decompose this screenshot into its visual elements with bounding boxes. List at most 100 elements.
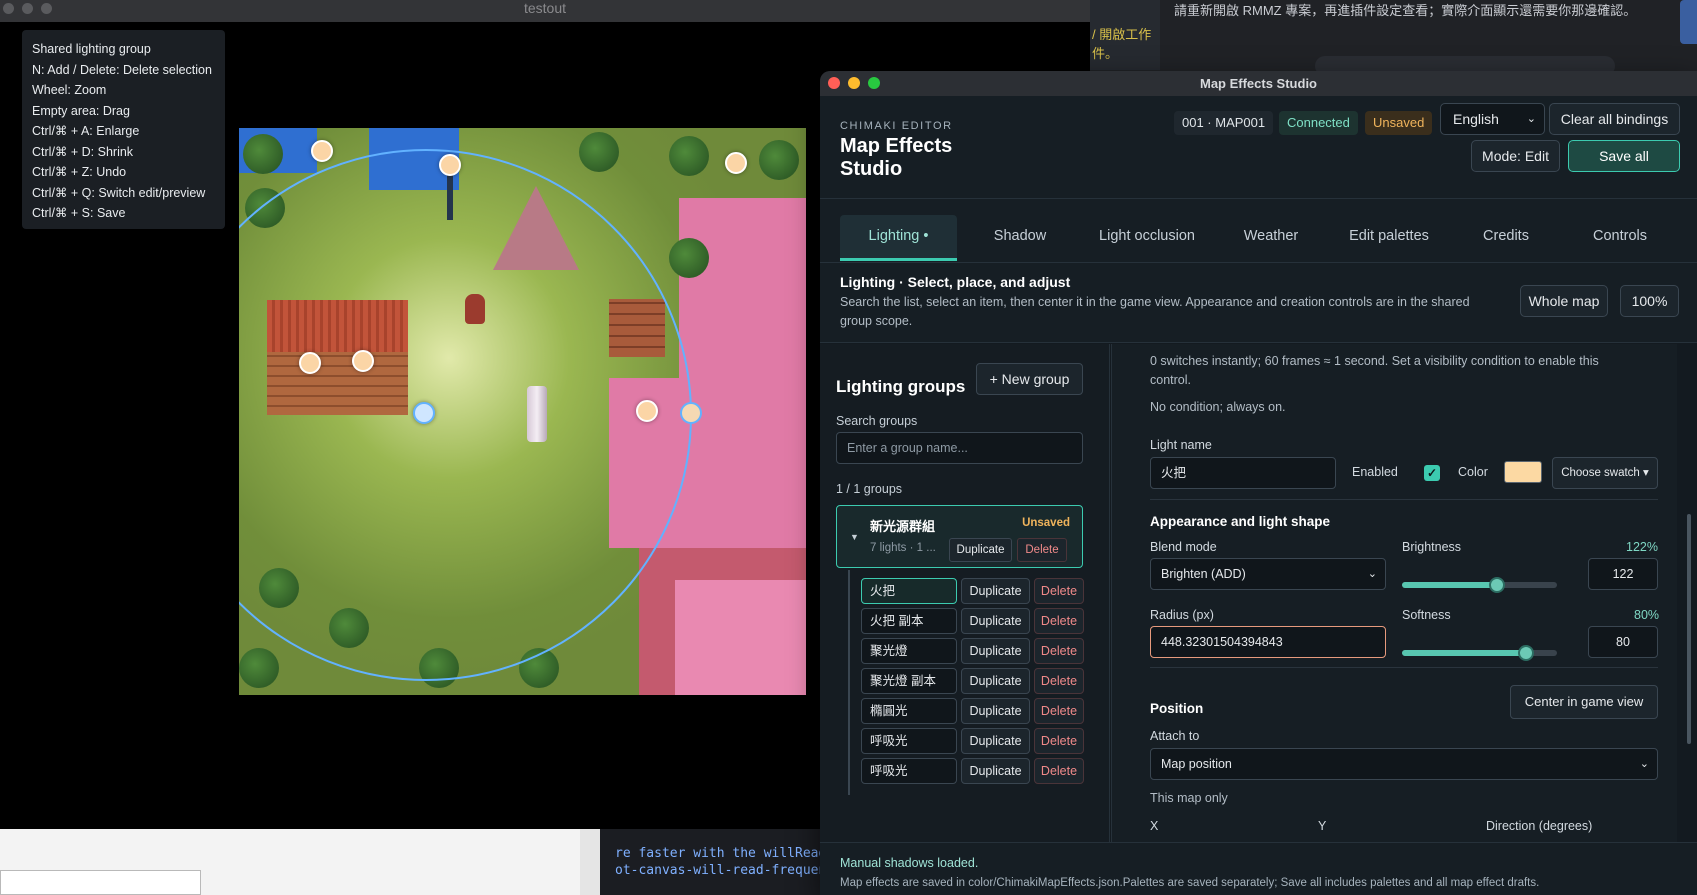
close-window-icon[interactable] bbox=[828, 77, 840, 89]
zoom-level-button[interactable]: 100% bbox=[1620, 285, 1679, 317]
light-duplicate-button[interactable]: Duplicate bbox=[961, 728, 1030, 754]
light-name-chip[interactable]: 橢圓光 bbox=[861, 698, 957, 724]
light-delete-button[interactable]: Delete bbox=[1034, 608, 1084, 634]
console-line: re faster with the willReadFr bbox=[615, 846, 842, 861]
collapse-triangle-icon[interactable]: ▼ bbox=[850, 532, 859, 542]
clear-bindings-button[interactable]: Clear all bindings bbox=[1549, 103, 1680, 135]
softness-slider[interactable] bbox=[1402, 645, 1557, 661]
light-delete-button[interactable]: Delete bbox=[1034, 758, 1084, 784]
shortcut-line: N: Add / Delete: Delete selection bbox=[32, 62, 212, 77]
direction-label: Direction (degrees) bbox=[1486, 819, 1593, 833]
light-name-input[interactable]: 火把 bbox=[1150, 457, 1336, 489]
brightness-slider-thumb[interactable] bbox=[1488, 577, 1505, 593]
group-duplicate-button[interactable]: Duplicate bbox=[949, 538, 1012, 562]
section-description: Search the list, select an item, then ce… bbox=[840, 295, 1470, 328]
light-marker[interactable] bbox=[439, 154, 461, 176]
brand-title: Map Effects Studio bbox=[840, 135, 953, 180]
section-header: Lighting · Select, place, and adjust Sea… bbox=[820, 263, 1697, 343]
softness-label: Softness bbox=[1402, 608, 1451, 622]
blend-mode-label: Blend mode bbox=[1150, 540, 1217, 554]
softness-slider-fill bbox=[1402, 650, 1526, 656]
minimize-window-icon[interactable] bbox=[848, 77, 860, 89]
save-location-note: Map effects are saved in color/ChimakiMa… bbox=[840, 877, 1540, 889]
light-marker[interactable] bbox=[352, 350, 374, 372]
zoom-window-icon[interactable] bbox=[868, 77, 880, 89]
group-card[interactable]: ▼ 新光源群組 Unsaved 7 lights · 1 ... Duplica… bbox=[836, 505, 1083, 568]
position-heading: Position bbox=[1150, 701, 1204, 716]
group-delete-button[interactable]: Delete bbox=[1017, 538, 1067, 562]
light-editor-card: 0 switches instantly; 60 frames ≈ 1 seco… bbox=[1111, 344, 1677, 858]
enabled-label: Enabled bbox=[1352, 465, 1398, 479]
new-group-button[interactable]: + New group bbox=[976, 363, 1083, 395]
center-in-game-view-button[interactable]: Center in game view bbox=[1510, 685, 1658, 719]
brightness-input[interactable]: 122 bbox=[1588, 558, 1658, 590]
tab-light-occlusion[interactable]: Light occlusion bbox=[1082, 215, 1212, 261]
light-name-chip[interactable]: 火把 bbox=[861, 578, 957, 604]
brightness-slider[interactable] bbox=[1402, 577, 1557, 593]
light-duplicate-button[interactable]: Duplicate bbox=[961, 698, 1030, 724]
tab-weather[interactable]: Weather bbox=[1220, 215, 1322, 261]
light-delete-button[interactable]: Delete bbox=[1034, 638, 1084, 664]
color-swatch[interactable] bbox=[1504, 461, 1542, 483]
light-marker[interactable] bbox=[311, 140, 333, 162]
attach-to-label: Attach to bbox=[1150, 729, 1200, 743]
blend-mode-select[interactable]: Brighten (ADD) ⌄ bbox=[1150, 558, 1386, 590]
light-name-chip[interactable]: 呼吸光 bbox=[861, 728, 957, 754]
brightness-label: Brightness bbox=[1402, 540, 1462, 554]
light-name-chip[interactable]: 火把 副本 bbox=[861, 608, 957, 634]
tab-credits[interactable]: Credits bbox=[1456, 215, 1556, 261]
group-search-input[interactable]: Enter a group name... bbox=[836, 432, 1083, 464]
minimize-dot-icon[interactable] bbox=[22, 3, 33, 14]
tab-controls[interactable]: Controls bbox=[1565, 215, 1675, 261]
choose-swatch-button[interactable]: Choose swatch ▾ bbox=[1552, 457, 1658, 489]
tab-lighting[interactable]: Lighting • bbox=[840, 215, 957, 261]
studio-titlebar: Map Effects Studio bbox=[820, 71, 1697, 96]
chevron-down-icon: ⌄ bbox=[1639, 758, 1649, 770]
tab-shadow[interactable]: Shadow bbox=[970, 215, 1070, 261]
softness-slider-thumb[interactable] bbox=[1518, 645, 1534, 661]
light-delete-button[interactable]: Delete bbox=[1034, 668, 1084, 694]
game-view[interactable] bbox=[239, 128, 806, 695]
light-delete-button[interactable]: Delete bbox=[1034, 578, 1084, 604]
zoom-dot-icon[interactable] bbox=[41, 3, 52, 14]
enabled-checkbox[interactable]: ✓ bbox=[1424, 465, 1440, 481]
light-name-chip[interactable]: 呼吸光 bbox=[861, 758, 957, 784]
light-name-chip[interactable]: 聚光燈 bbox=[861, 638, 957, 664]
light-duplicate-button[interactable]: Duplicate bbox=[961, 668, 1030, 694]
light-duplicate-button[interactable]: Duplicate bbox=[961, 758, 1030, 784]
tree bbox=[669, 136, 709, 176]
light-marker-selected[interactable] bbox=[413, 402, 435, 424]
light-marker[interactable] bbox=[725, 152, 747, 174]
light-delete-button[interactable]: Delete bbox=[1034, 728, 1084, 754]
console-line: ot-canvas-will-read-frequentl bbox=[615, 863, 842, 878]
save-all-button[interactable]: Save all bbox=[1568, 140, 1680, 172]
console-panel bbox=[600, 828, 820, 895]
attach-to-select[interactable]: Map position ⌄ bbox=[1150, 748, 1658, 780]
shortcut-line: Ctrl/⌘ + S: Save bbox=[32, 206, 126, 220]
light-marker[interactable] bbox=[636, 400, 658, 422]
language-select[interactable]: English ⌄ bbox=[1440, 103, 1545, 135]
tab-edit-palettes[interactable]: Edit palettes bbox=[1328, 215, 1450, 261]
light-delete-button[interactable]: Delete bbox=[1034, 698, 1084, 724]
chevron-down-icon: ⌄ bbox=[1526, 113, 1536, 125]
search-groups-label: Search groups bbox=[836, 414, 918, 428]
language-value: English bbox=[1453, 111, 1499, 127]
scrollbar[interactable] bbox=[1677, 344, 1697, 858]
light-duplicate-button[interactable]: Duplicate bbox=[961, 638, 1030, 664]
softness-input[interactable]: 80 bbox=[1588, 626, 1658, 658]
mode-toggle-button[interactable]: Mode: Edit bbox=[1471, 140, 1560, 172]
scrollbar-thumb[interactable] bbox=[1687, 514, 1691, 744]
light-marker[interactable] bbox=[299, 352, 321, 374]
tree bbox=[759, 140, 799, 180]
x-label: X bbox=[1150, 819, 1159, 833]
light-duplicate-button[interactable]: Duplicate bbox=[961, 608, 1030, 634]
radius-input[interactable]: 448.32301504394843 bbox=[1150, 626, 1386, 658]
light-radius-ring[interactable] bbox=[239, 149, 692, 681]
blend-mode-value: Brighten (ADD) bbox=[1161, 567, 1246, 581]
whole-map-button[interactable]: Whole map bbox=[1520, 285, 1608, 317]
light-duplicate-button[interactable]: Duplicate bbox=[961, 578, 1030, 604]
radius-handle[interactable] bbox=[680, 402, 702, 424]
studio-header: CHIMAKI EDITOR Map Effects Studio 001 · … bbox=[820, 96, 1697, 199]
close-dot-icon[interactable] bbox=[3, 3, 14, 14]
light-name-chip[interactable]: 聚光燈 副本 bbox=[861, 668, 957, 694]
